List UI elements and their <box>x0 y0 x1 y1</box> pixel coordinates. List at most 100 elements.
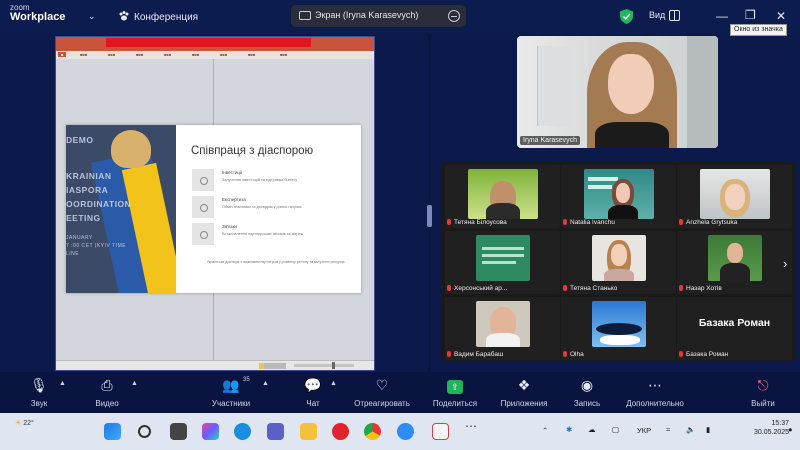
mic-muted-icon <box>563 351 567 357</box>
weather-widget[interactable]: ☀ 22° <box>15 419 34 427</box>
pdf-icon[interactable] <box>432 423 449 440</box>
weather-tray-icon[interactable]: ☁ <box>588 425 596 434</box>
paw-icon <box>119 11 129 21</box>
logo-line2: Workplace <box>10 11 66 23</box>
edge-icon[interactable] <box>234 423 251 440</box>
file-explorer-icon[interactable] <box>300 423 317 440</box>
battery-icon[interactable]: ▮ <box>706 425 710 434</box>
search-icon[interactable] <box>138 425 151 438</box>
share-button[interactable]: ⇧ Поделиться <box>420 376 490 408</box>
chevron-up-icon[interactable]: ▲ <box>59 380 66 387</box>
chrome-icon[interactable] <box>364 423 381 440</box>
heart-icon: ♡ <box>375 377 389 393</box>
more-button[interactable]: ⋯ Дополнительно <box>620 376 690 408</box>
view-grid-icon[interactable] <box>669 10 680 21</box>
network-tray-icon[interactable]: ▢ <box>612 425 619 434</box>
zoom-taskbar-icon[interactable] <box>397 423 414 440</box>
leave-label: Выйти <box>751 399 775 408</box>
chat-label: Чат <box>306 399 320 408</box>
mic-muted-icon <box>563 285 567 291</box>
mic-muted-icon <box>447 351 451 357</box>
more-icon: ⋯ <box>648 377 662 393</box>
conference-button[interactable]: Конференция <box>118 10 198 23</box>
participants-icon: 👥 <box>222 377 240 393</box>
share-label: Поделиться <box>432 399 478 408</box>
record-button[interactable]: ◉ Запись <box>552 376 622 408</box>
shield-icon[interactable] <box>620 9 633 24</box>
leave-button[interactable]: ⎋ Выйти <box>728 376 798 408</box>
row-title: Зв'язки <box>222 224 237 229</box>
investment-icon <box>192 169 214 191</box>
record-icon: ◉ <box>580 377 594 393</box>
participant-tile[interactable]: Olha <box>561 297 676 360</box>
row-text: Встановлення партнерських зв'язків та ме… <box>222 232 304 236</box>
shared-screen-title: Экран (Iryna Karasevych) <box>315 10 419 20</box>
participants-button[interactable]: 👥 Участники <box>196 376 266 408</box>
links-icon <box>192 223 214 245</box>
slide-row: Зв'язки Встановлення партнерських зв'язк… <box>192 223 352 245</box>
notification-icon[interactable]: ● <box>788 425 793 434</box>
gallery-next-icon[interactable]: › <box>783 256 787 271</box>
more-apps-icon[interactable]: ⋯ <box>465 419 482 436</box>
chat-button[interactable]: 💬 Чат <box>278 376 348 408</box>
participant-tile[interactable]: Тетяна Білоусова <box>445 165 560 228</box>
zoom-slider[interactable] <box>294 362 354 369</box>
zoom-logo[interactable]: zoom Workplace <box>10 4 65 23</box>
mic-muted-icon <box>447 219 451 225</box>
chevron-up-icon[interactable]: ▲ <box>262 380 269 387</box>
shared-screen[interactable]: ■ ■■■ ■■■ ■■■ ■■■ ■■■ ■■■ ■■■ ■■■ DEMO K… <box>55 36 375 371</box>
teams-icon[interactable] <box>267 423 284 440</box>
participant-tile[interactable]: Natalia Ivanchu <box>561 165 676 228</box>
mic-muted-icon <box>679 285 683 291</box>
mic-muted-icon <box>447 285 451 291</box>
participant-tile[interactable]: Базака Роман Базака Роман <box>677 297 792 360</box>
stop-share-icon[interactable] <box>448 10 460 22</box>
chevron-down-icon[interactable]: ⌄ <box>88 11 96 22</box>
chat-icon: 💬 <box>304 377 322 393</box>
speaker-video[interactable]: Iryna Karasevych <box>517 36 718 148</box>
chevron-up-icon[interactable]: ▲ <box>131 380 138 387</box>
slide-row: Інвестиції Залучення інвестицій та підтр… <box>192 169 352 191</box>
more-label: Дополнительно <box>626 399 684 408</box>
volume-icon[interactable]: 🔈 <box>686 425 695 434</box>
restore-icon[interactable]: ❐ <box>745 8 756 22</box>
row-title: Експертиза <box>222 197 246 202</box>
speaker-name: Iryna Karasevych <box>520 136 581 145</box>
leave-icon: ⎋ <box>757 377 769 393</box>
record-label: Запись <box>573 399 601 408</box>
chevron-up-icon[interactable]: ▲ <box>330 380 337 387</box>
apps-button[interactable]: ❖ Приложения <box>489 376 559 408</box>
bluetooth-icon[interactable]: ✱ <box>566 425 572 434</box>
windows-start-icon[interactable] <box>104 423 121 440</box>
wifi-icon[interactable]: ≈ <box>666 425 670 434</box>
participant-tile[interactable]: Вадим Барабаш <box>445 297 560 360</box>
participant-tile[interactable]: Anzhela Grytsuka <box>677 165 792 228</box>
participant-name: Назар Хотів <box>686 285 722 292</box>
conference-label: Конференция <box>134 12 199 23</box>
opera-icon[interactable] <box>332 423 349 440</box>
resize-handle[interactable] <box>427 205 432 227</box>
windows-taskbar: ☀ 22° ⋯ ⌃ ✱ ☁ ▢ УКР ≈ 🔈 ▮ 15:37 30.05.20… <box>0 413 800 450</box>
task-view-icon[interactable] <box>170 423 187 440</box>
ppt-titlebar <box>56 37 374 51</box>
participant-tile[interactable]: Тетяна Станько <box>561 231 676 294</box>
language-indicator[interactable]: УКР <box>637 426 651 435</box>
participant-tile[interactable]: Назар Хотів <box>677 231 792 294</box>
view-buttons[interactable] <box>264 363 286 369</box>
participant-tile[interactable]: Херсонський ар... <box>445 231 560 294</box>
ppt-ribbon: ■ ■■■ ■■■ ■■■ ■■■ ■■■ ■■■ ■■■ ■■■ <box>56 51 374 59</box>
video-label: Видео <box>95 399 119 408</box>
slide-title: Співпраця з діаспорою <box>191 145 314 157</box>
close-icon[interactable]: ✕ <box>776 9 786 23</box>
clock[interactable]: 15:37 30.05.2025 <box>754 419 789 438</box>
slide-footer: Українська діаспора є важливим партнером… <box>206 260 346 264</box>
shared-screen-pill[interactable]: Экран (Iryna Karasevych) <box>291 5 466 27</box>
minimize-icon[interactable]: — <box>716 9 728 23</box>
copilot-icon[interactable] <box>202 423 219 440</box>
chevron-up-icon[interactable]: ⌃ <box>542 426 548 435</box>
view-button[interactable]: Вид <box>649 10 665 20</box>
react-button[interactable]: ♡ Отреагировать <box>347 376 417 408</box>
weather-icon: ☀ <box>15 420 22 427</box>
react-label: Отреагировать <box>354 399 410 408</box>
photo-text: KRAINIAN <box>66 171 112 181</box>
